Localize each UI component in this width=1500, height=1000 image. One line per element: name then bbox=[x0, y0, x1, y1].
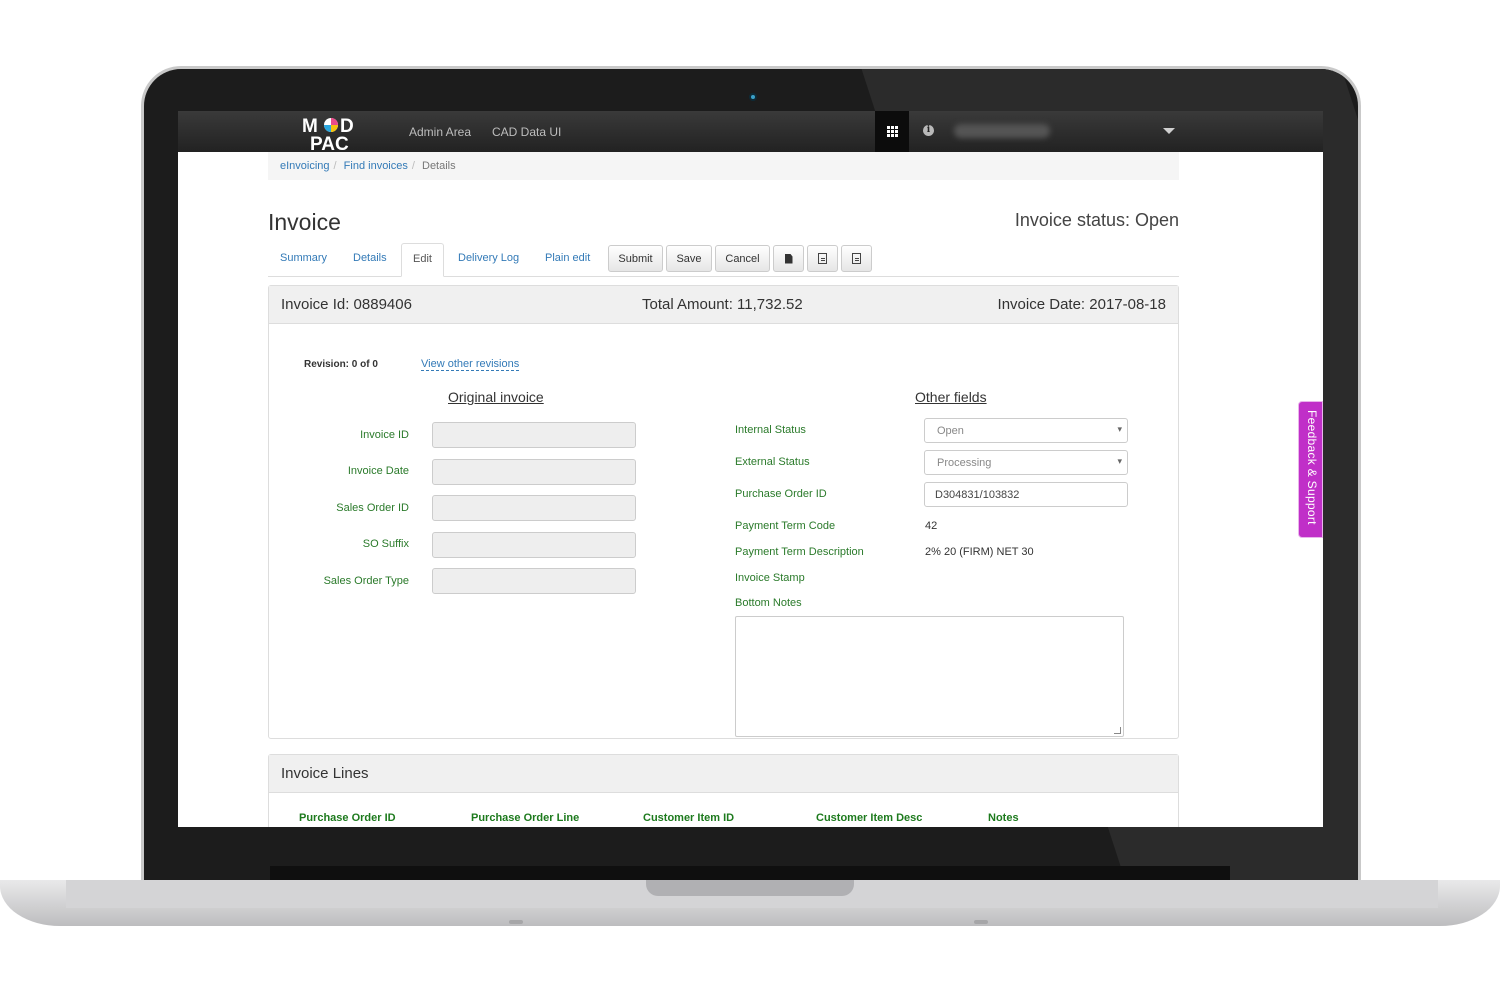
invoice-lines-panel: Invoice Lines Purchase Order ID Purchase… bbox=[268, 754, 1179, 827]
app-screen: M D PAC Admin Area CAD Data UI i eInvoic… bbox=[178, 111, 1323, 827]
chevron-down-icon[interactable] bbox=[1163, 128, 1175, 134]
payment-term-desc-label: Payment Term Description bbox=[735, 546, 864, 558]
user-document-icon bbox=[784, 253, 793, 264]
purchase-order-id-label: Purchase Order ID bbox=[735, 488, 827, 500]
page-title: Invoice bbox=[268, 209, 341, 235]
invoice-tabs: Summary Details Edit Delivery Log Plain … bbox=[268, 243, 1179, 277]
bottom-notes-label: Bottom Notes bbox=[735, 597, 802, 609]
invoice-status: Invoice status: Open bbox=[1014, 210, 1179, 230]
info-icon[interactable]: i bbox=[923, 125, 934, 136]
laptop-hinge bbox=[270, 866, 1230, 880]
tab-plain-edit[interactable]: Plain edit bbox=[545, 252, 590, 264]
breadcrumb-details: Details bbox=[422, 160, 456, 172]
sales-order-type-label: Sales Order Type bbox=[323, 575, 409, 587]
col-notes[interactable]: Notes bbox=[988, 812, 1019, 824]
tab-edit[interactable]: Edit bbox=[401, 243, 444, 277]
grid-icon bbox=[886, 126, 898, 137]
revision-label: Revision: 0 of 0 bbox=[304, 359, 378, 370]
invoice-date-field[interactable] bbox=[432, 459, 636, 485]
svg-text:PAC: PAC bbox=[310, 134, 349, 152]
export-person-button[interactable] bbox=[773, 245, 804, 272]
pdf-icon bbox=[818, 253, 827, 264]
cancel-button[interactable]: Cancel bbox=[715, 245, 770, 272]
pdf-button[interactable] bbox=[807, 245, 838, 272]
payment-term-code-value: 42 bbox=[925, 520, 938, 532]
tab-details[interactable]: Details bbox=[353, 252, 387, 264]
document-icon bbox=[852, 253, 861, 264]
user-name-blurred[interactable] bbox=[954, 124, 1050, 138]
external-status-select[interactable]: Processing bbox=[924, 450, 1128, 475]
submit-button[interactable]: Submit bbox=[608, 245, 663, 272]
invoice-stamp-label: Invoice Stamp bbox=[735, 572, 805, 584]
bottom-notes-textarea[interactable] bbox=[735, 616, 1124, 737]
original-invoice-title: Original invoice bbox=[448, 389, 544, 405]
breadcrumb-find-invoices[interactable]: Find invoices bbox=[344, 160, 408, 172]
view-revisions-link[interactable]: View other revisions bbox=[421, 358, 520, 371]
invoice-summary-header: Invoice Id: 0889406 Total Amount: 11,732… bbox=[269, 286, 1178, 324]
invoice-id-label: Invoice ID bbox=[360, 429, 409, 441]
laptop-notch bbox=[646, 880, 854, 896]
tab-summary[interactable]: Summary bbox=[280, 252, 327, 264]
nav-admin-area[interactable]: Admin Area bbox=[409, 125, 471, 139]
internal-status-select[interactable]: Open bbox=[924, 418, 1128, 443]
document-button[interactable] bbox=[841, 245, 872, 272]
other-fields-title: Other fields bbox=[915, 389, 987, 405]
so-suffix-field[interactable] bbox=[432, 532, 636, 558]
breadcrumb: eInvoicing / Find invoices / Details bbox=[268, 152, 1179, 180]
modpac-logo[interactable]: M D PAC bbox=[300, 111, 362, 152]
top-navbar: M D PAC Admin Area CAD Data UI i bbox=[178, 111, 1323, 152]
total-amount-summary: Total Amount: 11,732.52 bbox=[642, 296, 803, 313]
feedback-support-tab[interactable]: Feedback & Support bbox=[1298, 401, 1323, 538]
payment-term-code-label: Payment Term Code bbox=[735, 520, 836, 532]
tab-delivery-log[interactable]: Delivery Log bbox=[458, 252, 519, 264]
col-purchase-order-id[interactable]: Purchase Order ID bbox=[299, 812, 396, 824]
purchase-order-id-input[interactable]: D304831/103832 bbox=[924, 482, 1128, 507]
internal-status-label: Internal Status bbox=[735, 424, 806, 436]
invoice-id-field[interactable] bbox=[432, 422, 636, 448]
feedback-label: Feedback & Support bbox=[1305, 410, 1319, 525]
so-suffix-label: SO Suffix bbox=[362, 538, 409, 550]
invoice-id-summary: Invoice Id: 0889406 bbox=[281, 296, 412, 313]
col-purchase-order-line[interactable]: Purchase Order Line bbox=[471, 812, 579, 824]
laptop-foot bbox=[509, 920, 523, 924]
col-customer-item-desc[interactable]: Customer Item Desc bbox=[816, 812, 922, 824]
invoice-lines-title: Invoice Lines bbox=[281, 765, 369, 782]
external-status-label: External Status bbox=[735, 456, 810, 468]
breadcrumb-einvoicing[interactable]: eInvoicing bbox=[280, 160, 330, 172]
payment-term-desc-value: 2% 20 (FIRM) NET 30 bbox=[925, 546, 1034, 558]
laptop-foot bbox=[974, 920, 988, 924]
invoice-date-label: Invoice Date bbox=[347, 465, 409, 477]
apps-grid-button[interactable] bbox=[875, 111, 909, 152]
save-button[interactable]: Save bbox=[666, 245, 712, 272]
sales-order-id-label: Sales Order ID bbox=[336, 502, 409, 514]
invoice-edit-panel: Invoice Id: 0889406 Total Amount: 11,732… bbox=[268, 285, 1179, 739]
webcam bbox=[749, 93, 757, 101]
invoice-date-summary: Invoice Date: 2017-08-18 bbox=[997, 296, 1166, 313]
sales-order-id-field[interactable] bbox=[432, 495, 636, 521]
nav-cad-data-ui[interactable]: CAD Data UI bbox=[492, 125, 561, 139]
col-customer-item-id[interactable]: Customer Item ID bbox=[643, 812, 734, 824]
sales-order-type-field[interactable] bbox=[432, 568, 636, 594]
invoice-lines-header: Invoice Lines bbox=[269, 755, 1178, 793]
